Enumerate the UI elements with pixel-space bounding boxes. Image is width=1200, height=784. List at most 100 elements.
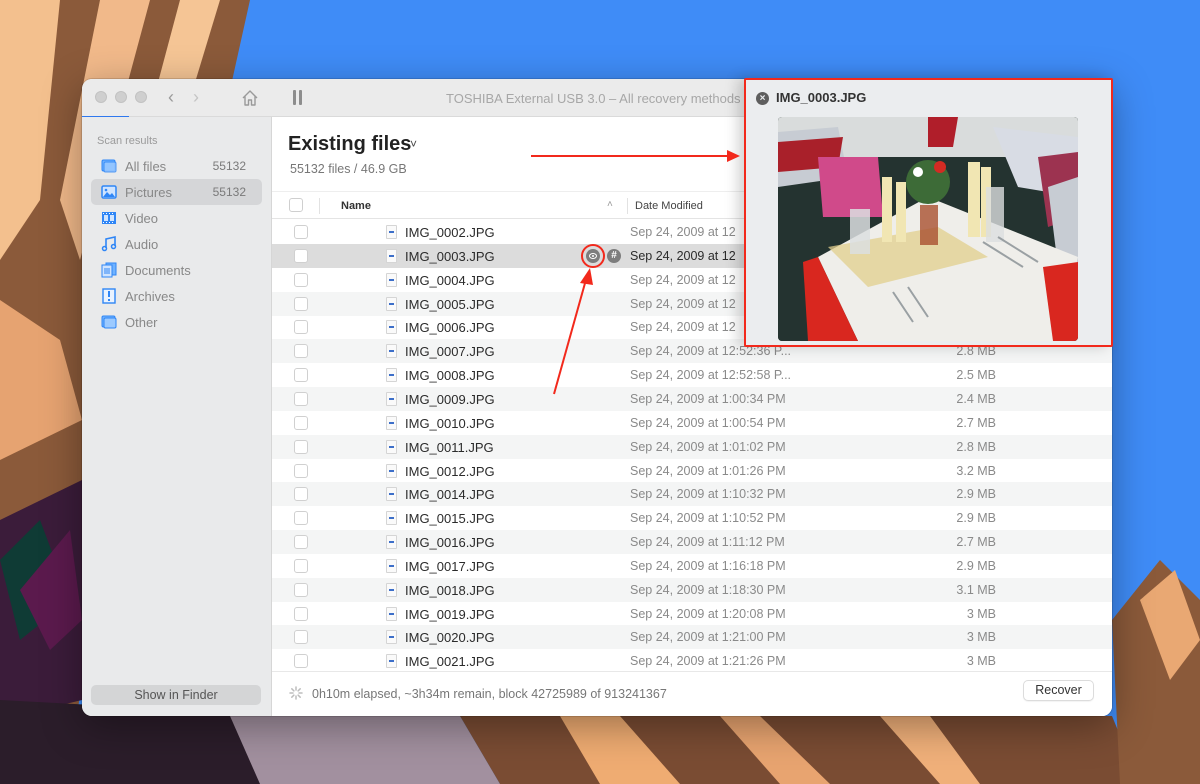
table-row[interactable]: IMG_0018.JPG Sep 24, 2009 at 1:18:30 PM 3.… — [272, 577, 1112, 602]
table-row[interactable]: IMG_0011.JPG Sep 24, 2009 at 1:01:02 PM 2.… — [272, 434, 1112, 459]
row-checkbox[interactable] — [294, 296, 308, 311]
file-date-modified: Sep 24, 2009 at 12 — [630, 296, 736, 311]
table-row[interactable]: IMG_0015.JPG Sep 24, 2009 at 1:10:52 PM 2.… — [272, 506, 1112, 530]
file-name: IMG_0012.JPG — [405, 463, 495, 479]
file-name: IMG_0006.JPG — [405, 320, 495, 336]
file-name: IMG_0010.JPG — [405, 415, 495, 431]
file-size: 2.5 MB — [956, 368, 996, 383]
row-checkbox[interactable] — [294, 511, 308, 526]
status-bar: 0h10m elapsed, ~3h34m remain, block 4272… — [272, 671, 1112, 716]
file-name: IMG_0015.JPG — [405, 511, 495, 527]
file-date-modified: Sep 24, 2009 at 1:01:26 PM — [630, 463, 786, 478]
file-size: 2.7 MB — [956, 535, 996, 550]
row-checkbox[interactable] — [294, 558, 308, 573]
sort-ascending-icon[interactable]: ˄ — [607, 199, 613, 210]
file-size: 3 MB — [966, 654, 996, 669]
file-date-modified: Sep 24, 2009 at 1:20:08 PM — [630, 606, 786, 621]
hash-icon[interactable]: # — [607, 248, 621, 263]
file-size: 2.8 MB — [956, 439, 996, 454]
row-checkbox[interactable] — [294, 272, 308, 287]
sidebar-item-documents[interactable]: Documents — [91, 257, 262, 283]
row-checkbox[interactable] — [294, 248, 308, 263]
jpeg-file-icon — [386, 439, 397, 454]
file-name: IMG_0014.JPG — [405, 487, 495, 503]
row-checkbox[interactable] — [294, 225, 308, 239]
file-name: IMG_0021.JPG — [405, 654, 495, 670]
file-name: IMG_0008.JPG — [405, 368, 495, 384]
eye-preview-icon[interactable] — [586, 248, 600, 263]
documents-icon — [101, 262, 117, 278]
file-name: IMG_0017.JPG — [405, 558, 495, 574]
row-checkbox[interactable] — [294, 368, 308, 383]
pause-icon[interactable] — [293, 90, 303, 105]
row-checkbox[interactable] — [294, 415, 308, 430]
sidebar-item-archives[interactable]: Archives — [91, 283, 262, 309]
table-row[interactable]: IMG_0009.JPG Sep 24, 2009 at 1:00:34 PM 2.… — [272, 386, 1112, 411]
file-size: 2.7 MB — [956, 415, 996, 430]
file-name: IMG_0016.JPG — [405, 535, 495, 551]
pictures-icon — [101, 184, 117, 200]
sidebar-item-label: Audio — [125, 237, 159, 252]
close-window-button[interactable] — [95, 91, 107, 103]
table-row[interactable]: IMG_0016.JPG Sep 24, 2009 at 1:11:12 PM 2.… — [272, 530, 1112, 555]
table-row[interactable]: IMG_0017.JPG Sep 24, 2009 at 1:16:18 PM 2.… — [272, 554, 1112, 578]
sidebar-item-pictures[interactable]: Pictures 55132 — [91, 179, 262, 205]
page-title[interactable]: Existing files — [288, 133, 411, 156]
minimize-window-button[interactable] — [115, 91, 127, 103]
row-checkbox[interactable] — [294, 320, 308, 335]
back-chevron-icon[interactable]: ‹ — [168, 87, 174, 107]
sidebar-item-label: Archives — [125, 289, 175, 304]
sidebar-item-video[interactable]: Video — [91, 205, 262, 231]
table-row[interactable]: IMG_0014.JPG Sep 24, 2009 at 1:10:32 PM 2.… — [272, 482, 1112, 507]
close-preview-icon[interactable]: × — [756, 92, 769, 105]
row-checkbox[interactable] — [294, 630, 308, 645]
file-name: IMG_0020.JPG — [405, 630, 495, 646]
row-checkbox[interactable] — [294, 487, 308, 502]
sidebar-item-all-files[interactable]: All files 55132 — [91, 153, 262, 179]
file-name: IMG_0019.JPG — [405, 606, 495, 622]
zoom-window-button[interactable] — [135, 91, 147, 103]
select-all-checkbox[interactable] — [289, 198, 303, 212]
file-date-modified: Sep 24, 2009 at 1:11:12 PM — [630, 535, 785, 550]
show-in-finder-button[interactable]: Show in Finder — [91, 685, 261, 705]
table-row[interactable]: IMG_0010.JPG Sep 24, 2009 at 1:00:54 PM 2.… — [272, 411, 1112, 435]
file-name: IMG_0004.JPG — [405, 272, 495, 288]
spinner-icon — [289, 686, 303, 700]
row-checkbox[interactable] — [294, 439, 308, 454]
file-date-modified: Sep 24, 2009 at 1:18:30 PM — [630, 582, 786, 597]
jpeg-file-icon — [386, 415, 397, 430]
table-row[interactable]: IMG_0019.JPG Sep 24, 2009 at 1:20:08 PM 3 … — [272, 602, 1112, 626]
sidebar-item-audio[interactable]: Audio — [91, 231, 262, 257]
column-header-name[interactable]: Name — [341, 200, 371, 212]
sidebar-item-count: 55132 — [212, 159, 246, 173]
row-checkbox[interactable] — [294, 463, 308, 478]
row-checkbox[interactable] — [294, 391, 308, 406]
table-row[interactable]: IMG_0021.JPG Sep 24, 2009 at 1:21:26 PM 3 … — [272, 649, 1112, 673]
sidebar-item-other[interactable]: Other — [91, 309, 262, 335]
file-date-modified: Sep 24, 2009 at 12 — [630, 225, 736, 239]
file-date-modified: Sep 24, 2009 at 1:21:00 PM — [630, 630, 786, 645]
file-size: 3.1 MB — [956, 582, 996, 597]
jpeg-file-icon — [386, 272, 397, 287]
column-header-date-modified[interactable]: Date Modified — [635, 200, 703, 212]
home-icon[interactable] — [240, 88, 260, 108]
other-icon — [101, 314, 117, 330]
row-checkbox[interactable] — [294, 535, 308, 550]
file-name: IMG_0005.JPG — [405, 296, 495, 312]
table-row[interactable]: IMG_0020.JPG Sep 24, 2009 at 1:21:00 PM 3 … — [272, 625, 1112, 650]
file-name: IMG_0018.JPG — [405, 582, 495, 598]
row-checkbox[interactable] — [294, 654, 308, 669]
table-row[interactable]: IMG_0008.JPG Sep 24, 2009 at 12:52:58 P..… — [272, 363, 1112, 387]
row-checkbox[interactable] — [294, 344, 308, 359]
recover-button[interactable]: Recover — [1023, 680, 1094, 701]
row-checkbox[interactable] — [294, 582, 308, 597]
chevron-down-icon[interactable]: ˅ — [410, 137, 417, 151]
table-row[interactable]: IMG_0012.JPG Sep 24, 2009 at 1:01:26 PM 3.… — [272, 459, 1112, 483]
file-name: IMG_0002.JPG — [405, 225, 495, 240]
jpeg-file-icon — [386, 511, 397, 526]
jpeg-file-icon — [386, 248, 397, 263]
row-checkbox[interactable] — [294, 606, 308, 621]
forward-chevron-icon[interactable]: › — [193, 87, 199, 107]
file-size: 3 MB — [966, 606, 996, 621]
files-summary: 55132 files / 46.9 GB — [290, 162, 407, 176]
